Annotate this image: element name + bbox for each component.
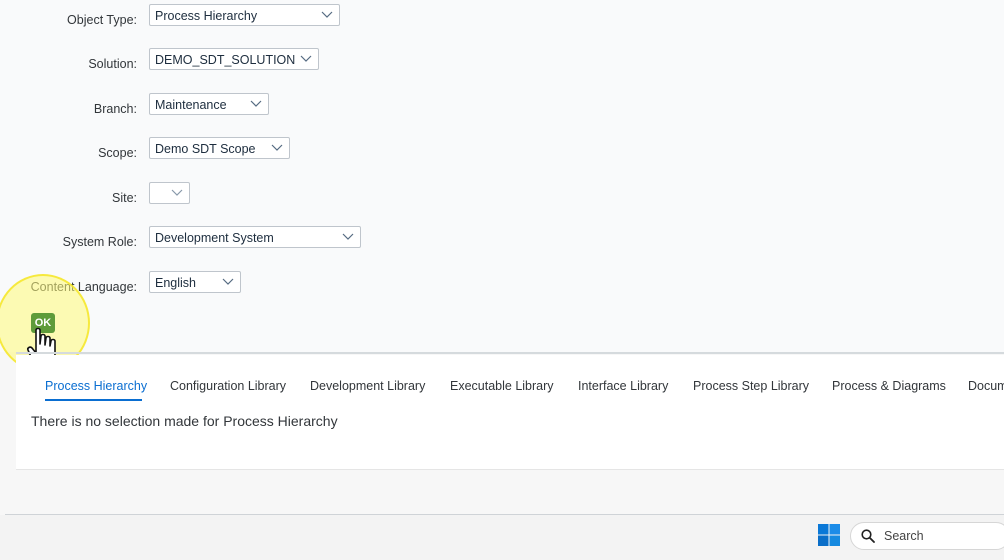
object-type-row: Object Type: Process Hierarchy — [0, 4, 340, 30]
branch-select[interactable]: Maintenance — [149, 93, 269, 115]
content-language-select[interactable]: English — [149, 271, 241, 293]
chevron-down-icon — [342, 230, 354, 242]
solution-label: Solution: — [88, 57, 137, 71]
solution-select[interactable]: DEMO_SDT_SOLUTION — [149, 48, 319, 70]
scope-select[interactable]: Demo SDT Scope — [149, 137, 290, 159]
tab-process-hierarchy[interactable]: Process Hierarchy — [45, 379, 147, 393]
tab-configuration-library[interactable]: Configuration Library — [170, 379, 286, 393]
search-label: Search — [884, 529, 924, 543]
tab-process-diagrams[interactable]: Process & Diagrams — [832, 379, 946, 393]
object-type-label: Object Type: — [67, 13, 137, 27]
taskbar-search[interactable]: Search — [850, 522, 1004, 550]
branch-row: Branch: Maintenance — [0, 93, 340, 119]
windows-start-icon[interactable] — [818, 524, 840, 546]
section-divider — [16, 352, 1004, 354]
site-select[interactable] — [149, 182, 190, 204]
chevron-down-icon — [300, 52, 312, 64]
chevron-down-icon — [222, 275, 234, 287]
tab-development-library[interactable]: Development Library — [310, 379, 425, 393]
empty-selection-message: There is no selection made for Process H… — [31, 413, 338, 429]
chevron-down-icon — [271, 141, 283, 153]
chevron-down-icon — [321, 8, 333, 20]
system-role-select[interactable]: Development System — [149, 226, 361, 248]
tab-process-step-library[interactable]: Process Step Library — [693, 379, 809, 393]
tab-executable-library[interactable]: Executable Library — [450, 379, 554, 393]
taskbar: Search — [0, 515, 1004, 560]
solution-row: Solution: DEMO_SDT_SOLUTION — [0, 48, 340, 74]
system-role-label: System Role: — [62, 235, 137, 249]
tab-content-panel: There is no selection made for Process H… — [16, 401, 1004, 470]
search-icon — [861, 529, 875, 543]
object-type-select[interactable]: Process Hierarchy — [149, 4, 340, 26]
chevron-down-icon — [171, 186, 183, 198]
scope-label: Scope: — [98, 146, 137, 160]
tab-interface-library[interactable]: Interface Library — [578, 379, 668, 393]
selection-form: Object Type: Process Hierarchy Solution:… — [0, 0, 1004, 372]
site-label: Site: — [111, 191, 137, 205]
site-row: Site: — [0, 182, 340, 208]
scope-row: Scope: Demo SDT Scope — [0, 137, 340, 163]
system-role-row: System Role: Development System — [0, 226, 380, 252]
chevron-down-icon — [250, 97, 262, 109]
tab-documents[interactable]: Docum — [968, 379, 1004, 393]
branch-label: Branch: — [93, 102, 137, 116]
tab-bar: Process Hierarchy Configuration Library … — [16, 355, 1004, 401]
